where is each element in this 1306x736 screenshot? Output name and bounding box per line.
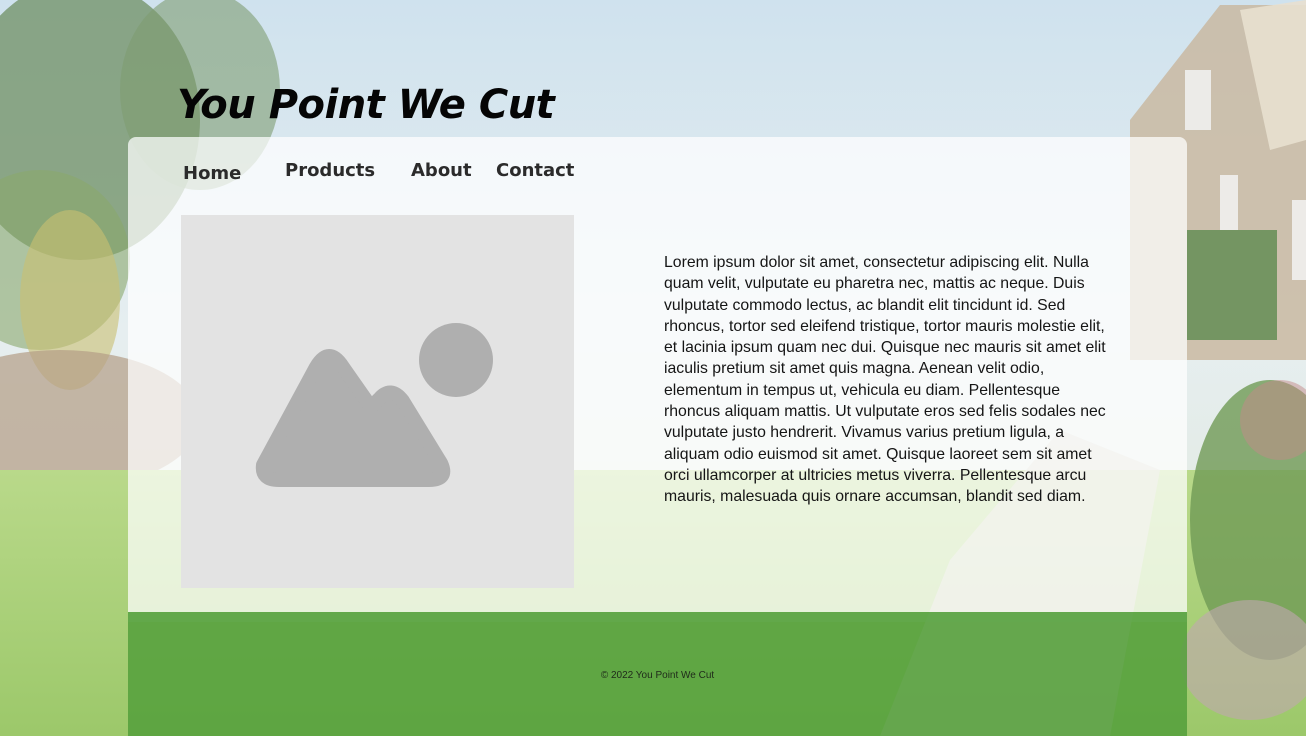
site-title: You Point We Cut bbox=[177, 82, 555, 128]
intro-paragraph: Lorem ipsum dolor sit amet, consectetur … bbox=[664, 254, 1106, 506]
footer: © 2022 You Point We Cut bbox=[128, 612, 1187, 736]
copyright-text: © 2022 You Point We Cut bbox=[600, 670, 715, 681]
nav-home[interactable]: Home bbox=[183, 163, 241, 184]
footer-divider bbox=[128, 612, 1187, 622]
image-placeholder-icon bbox=[255, 323, 493, 487]
nav-about[interactable]: About bbox=[411, 160, 472, 181]
nav-products[interactable]: Products bbox=[285, 160, 375, 181]
nav-contact[interactable]: Contact bbox=[496, 160, 574, 181]
hero-image-placeholder bbox=[181, 215, 574, 588]
